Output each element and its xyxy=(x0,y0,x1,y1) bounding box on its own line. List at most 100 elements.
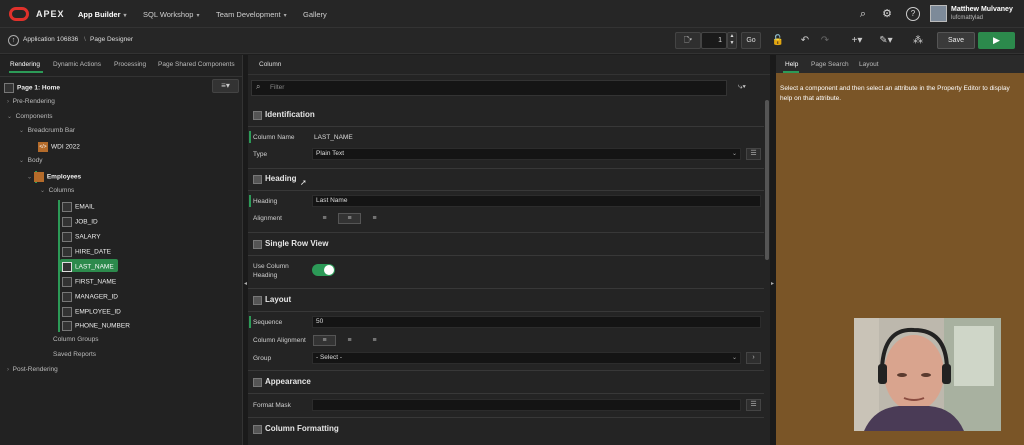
align-center-icon[interactable]: ≡ xyxy=(338,335,361,346)
tree-pre-rendering[interactable]: › Pre-Rendering xyxy=(7,98,55,105)
user-settings-icon[interactable]: ⚙ xyxy=(880,7,894,21)
align-left-icon[interactable]: ≡ xyxy=(313,213,336,224)
page-menu-button[interactable]: 🗋▾ xyxy=(675,32,701,49)
tree-page-node[interactable]: Page 1: Home xyxy=(4,83,60,93)
shared-components-icon[interactable]: ⁂ xyxy=(911,34,925,48)
list-picker-icon[interactable]: ☰ xyxy=(746,399,761,411)
tree-wdi-region[interactable]: </> WDI 2022 xyxy=(38,142,80,152)
use-column-heading-toggle[interactable] xyxy=(312,264,335,276)
tree-employees-region[interactable]: ⌄ Employees xyxy=(27,172,81,182)
heading-input[interactable]: Last Name xyxy=(312,195,761,207)
filter-input[interactable]: Filter xyxy=(251,80,727,96)
tab-rendering[interactable]: Rendering xyxy=(10,61,40,68)
group-select[interactable]: - Select - ⌄ xyxy=(312,352,741,364)
breadcrumb-page-designer: Page Designer xyxy=(90,36,133,43)
tree-breadcrumb-bar[interactable]: ⌄ Breadcrumb Bar xyxy=(19,127,75,134)
column-icon xyxy=(62,292,72,302)
chevron-right-icon: › xyxy=(7,99,9,105)
go-to-group-icon[interactable]: ⤷▾ xyxy=(738,82,746,92)
property-editor-scrollbar[interactable] xyxy=(765,100,769,260)
user-name[interactable]: Matthew Mulvaney xyxy=(951,6,1013,13)
tab-layout[interactable]: Layout xyxy=(859,61,879,68)
tree-menu-button[interactable]: ≡▾ xyxy=(212,79,239,93)
collapse-right-icon[interactable]: ▸ xyxy=(771,280,774,287)
run-page-button[interactable]: ▶ xyxy=(978,32,1015,49)
section-appearance[interactable]: Appearance xyxy=(250,374,762,392)
tree-saved-reports[interactable]: Saved Reports xyxy=(53,351,96,358)
tree-body[interactable]: ⌄ Body xyxy=(19,157,42,164)
section-divider xyxy=(248,311,764,312)
lock-icon[interactable]: 🔓 xyxy=(771,34,785,48)
tree-column-employee-id[interactable]: EMPLOYEE_ID xyxy=(62,307,121,317)
column-icon xyxy=(62,232,72,242)
column-group-marker xyxy=(58,200,60,332)
avatar[interactable] xyxy=(930,5,947,22)
label-group: Group xyxy=(253,355,272,362)
search-icon[interactable]: ⌕ xyxy=(856,7,870,21)
page-number-input[interactable]: 1 xyxy=(701,32,727,49)
section-heading[interactable]: Heading xyxy=(250,171,762,189)
undo-icon[interactable]: ↶ xyxy=(798,34,812,48)
tree-columns[interactable]: ⌄ Columns xyxy=(40,187,74,194)
breadcrumb-application[interactable]: Application 106836 xyxy=(23,36,78,43)
section-identification[interactable]: Identification xyxy=(250,107,762,125)
nav-app-builder[interactable]: App Builder ▾ xyxy=(78,10,127,19)
help-text: Select a component and then select an at… xyxy=(780,85,1010,102)
tree-column-hire-date[interactable]: HIRE_DATE xyxy=(62,247,111,257)
tab-dynamic-actions[interactable]: Dynamic Actions xyxy=(53,61,101,68)
brand-label[interactable]: APEX xyxy=(36,9,65,19)
type-select[interactable]: Plain Text ⌄ xyxy=(312,148,741,160)
tree-column-phone-number[interactable]: PHONE_NUMBER xyxy=(62,321,130,331)
chevron-down-icon: ⌄ xyxy=(40,188,46,194)
tree-column-groups[interactable]: Column Groups xyxy=(53,336,99,343)
tab-processing[interactable]: Processing xyxy=(114,61,146,68)
tree-column-first-name[interactable]: FIRST_NAME xyxy=(62,277,116,287)
chevron-down-icon: ⌄ xyxy=(7,114,13,120)
property-editor-title: Column xyxy=(259,61,282,68)
utilities-menu-icon[interactable]: ✎▾ xyxy=(876,34,896,48)
oracle-logo-icon[interactable] xyxy=(9,7,29,21)
sequence-input[interactable]: 50 xyxy=(312,316,761,328)
nav-gallery[interactable]: Gallery xyxy=(303,10,327,19)
tab-page-search[interactable]: Page Search xyxy=(811,61,849,68)
tree-column-email[interactable]: EMAIL xyxy=(62,202,95,212)
tree-components[interactable]: ⌄ Components xyxy=(7,113,53,120)
section-layout[interactable]: Layout xyxy=(250,292,762,310)
up-arrow-icon[interactable]: ↑ xyxy=(8,35,19,46)
help-icon[interactable]: ? xyxy=(906,7,920,21)
search-icon: ⌕ xyxy=(256,82,261,91)
section-single-row-view[interactable]: Single Row View xyxy=(250,236,762,254)
align-left-icon[interactable]: ≡ xyxy=(313,335,336,346)
save-button[interactable]: Save xyxy=(937,32,975,49)
align-center-icon[interactable]: ≡ xyxy=(338,213,361,224)
nav-sql-workshop[interactable]: SQL Workshop ▾ xyxy=(143,10,199,19)
page-designer-toolbar xyxy=(0,28,1024,54)
format-mask-input[interactable] xyxy=(312,399,741,411)
column-icon xyxy=(62,247,72,257)
redo-icon[interactable]: ↷ xyxy=(818,34,832,48)
tree-column-salary[interactable]: SALARY xyxy=(62,232,101,242)
page-icon xyxy=(4,83,14,93)
nav-team-development[interactable]: Team Development ▾ xyxy=(216,10,287,19)
align-right-icon[interactable]: ≡ xyxy=(363,213,386,224)
tab-help[interactable]: Help xyxy=(785,61,798,68)
tab-page-shared-components[interactable]: Page Shared Components xyxy=(158,61,235,68)
mouse-cursor-icon: ➚ xyxy=(300,178,307,187)
create-menu-icon[interactable]: +▾ xyxy=(847,34,867,48)
tree-column-last-name[interactable]: LAST_NAME xyxy=(62,262,114,272)
tree-column-manager-id[interactable]: MANAGER_ID xyxy=(62,292,118,302)
page-stepper[interactable]: ▲ ▼ xyxy=(727,32,737,49)
chevron-down-icon: ▾ xyxy=(196,13,200,19)
section-divider xyxy=(248,288,764,289)
go-button[interactable]: Go xyxy=(741,32,761,49)
align-right-icon[interactable]: ≡ xyxy=(363,335,386,346)
collapse-left-icon[interactable]: ◂ xyxy=(244,280,247,287)
label-heading: Heading xyxy=(253,198,278,205)
section-divider xyxy=(248,232,764,233)
tree-column-job-id[interactable]: JOB_ID xyxy=(62,217,98,227)
chevron-right-icon: › xyxy=(7,367,9,373)
tree-post-rendering[interactable]: › Post-Rendering xyxy=(7,366,58,373)
list-picker-icon[interactable]: ☰ xyxy=(746,148,761,160)
chevron-right-icon[interactable]: › xyxy=(746,352,761,364)
section-column-formatting[interactable]: Column Formatting xyxy=(250,421,762,439)
